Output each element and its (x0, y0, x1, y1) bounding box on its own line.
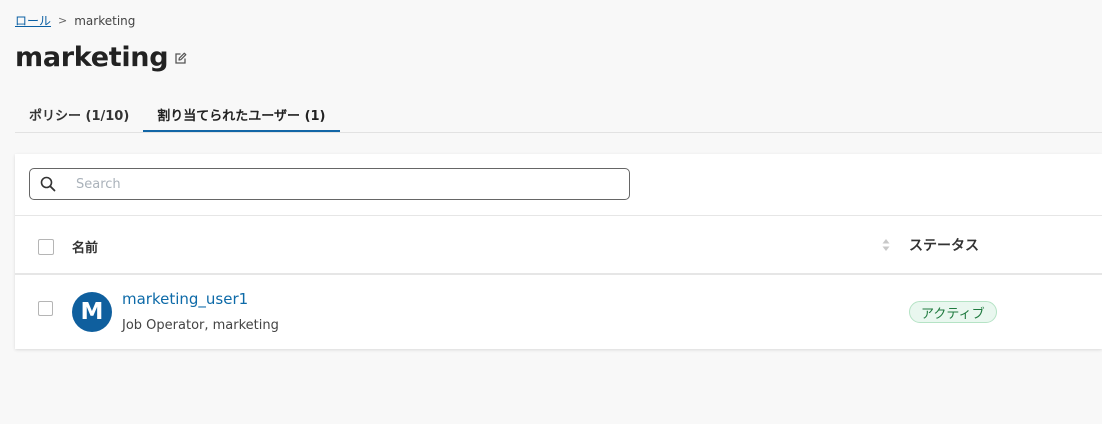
table-header: 名前 ステータス (15, 216, 1102, 275)
user-roles: Job Operator, marketing (122, 318, 279, 333)
search-row (15, 154, 1102, 216)
avatar: M (72, 292, 112, 332)
column-header-status: ステータス (909, 238, 979, 254)
row-checkbox[interactable] (38, 301, 53, 316)
search-icon (40, 176, 56, 192)
edit-icon[interactable] (174, 52, 187, 65)
breadcrumb-current: marketing (74, 13, 136, 28)
search-input[interactable] (74, 175, 578, 193)
breadcrumb-roles-link[interactable]: ロール (15, 12, 51, 29)
breadcrumb: ロール > marketing (15, 12, 135, 29)
tab-bar: ポリシー (1/10) 割り当てられたユーザー (1) (15, 98, 1102, 133)
users-table-card: 名前 ステータス M marketing_user1 Job Operator,… (15, 154, 1102, 349)
title-row: marketing (15, 42, 187, 73)
tab-assigned-users[interactable]: 割り当てられたユーザー (1) (143, 98, 340, 132)
page-title: marketing (15, 42, 169, 73)
tab-policies[interactable]: ポリシー (1/10) (15, 98, 143, 130)
status-badge: アクティブ (909, 301, 997, 323)
breadcrumb-separator: > (58, 14, 68, 27)
select-all-checkbox[interactable] (38, 239, 54, 255)
sort-icon[interactable] (881, 238, 891, 252)
column-header-name: 名前 (72, 241, 99, 256)
user-name-link[interactable]: marketing_user1 (122, 290, 248, 308)
search-box[interactable] (29, 168, 630, 200)
